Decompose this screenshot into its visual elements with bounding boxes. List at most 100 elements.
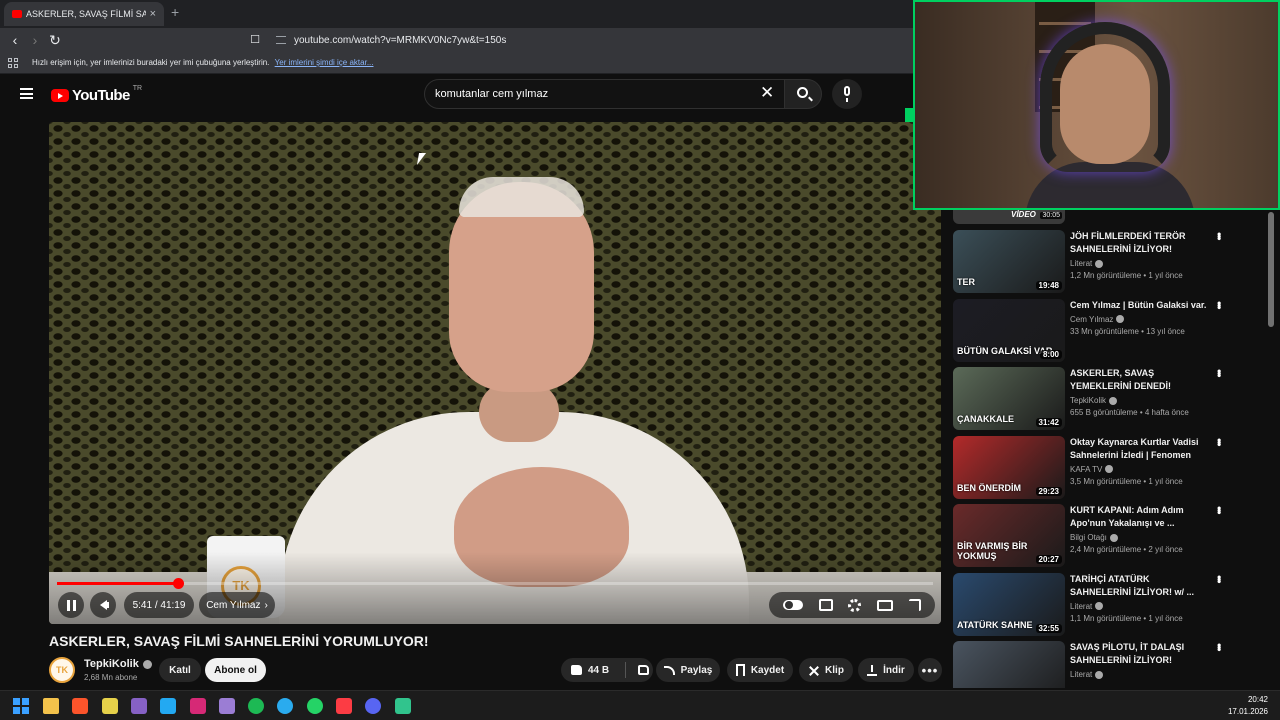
video-player[interactable]: TK 5:41 / 41:19 Cem Yılmaz › [49, 122, 941, 624]
system-clock[interactable]: 20:42 17.01.2026 [1228, 694, 1268, 718]
bookmark-star-icon[interactable]: ☐ [246, 31, 264, 49]
video-title[interactable]: TARİHÇİ ATATÜRK SAHNELERİNİ İZLİYOR! w/ … [1070, 573, 1210, 599]
recommended-video[interactable]: BÜTÜN GALAKSİ VAR 8:00 Cem Yılmaz | Bütün … [953, 298, 1263, 362]
back-icon[interactable]: ‹ [6, 31, 24, 49]
recommended-video[interactable]: TER 19:48 JÖH FİLMLERDEKİ TERÖR SAHNELERİN… [953, 230, 1263, 293]
search-input[interactable]: komutanlar cem yılmaz [424, 79, 788, 109]
chapter-button[interactable]: Cem Yılmaz › [199, 592, 275, 618]
recommended-video[interactable]: SAVAŞ PİLOTU, İT DALAŞI SAHNELERİNİ İZLİ… [953, 641, 1263, 688]
new-tab-button[interactable]: + [171, 4, 179, 20]
more-vertical-icon[interactable]: ••• [1212, 506, 1226, 513]
channel-name[interactable]: TepkiKolik [84, 658, 152, 670]
more-vertical-icon[interactable]: ••• [1212, 643, 1226, 650]
video-thumbnail[interactable]: ÇANAKKALE 31:42 [953, 367, 1065, 430]
video-title[interactable]: Oktay Kaynarca Kurtlar Vadisi Sahnelerin… [1070, 436, 1210, 462]
youtube-logo[interactable]: YouTube TR [51, 85, 142, 104]
video-thumbnail[interactable]: TER 19:48 [953, 230, 1065, 293]
pause-button[interactable] [58, 592, 84, 618]
download-button[interactable]: İndir [858, 658, 914, 682]
pen-app-icon[interactable] [218, 698, 235, 714]
site-info-icon[interactable] [276, 36, 286, 44]
video-title[interactable]: KURT KAPANI: Adım Adım Apo'nun Yakalanış… [1070, 504, 1210, 530]
sidebar-scrollbar[interactable] [1268, 212, 1274, 327]
tab-close-icon[interactable]: × [150, 8, 156, 20]
video-meta[interactable]: Oktay Kaynarca Kurtlar Vadisi Sahnelerin… [1070, 436, 1210, 486]
channel-name[interactable]: Cem Yılmaz [1070, 315, 1113, 324]
subtitles-icon[interactable] [818, 599, 833, 611]
streaming-app-icon[interactable] [394, 698, 411, 714]
like-icon[interactable] [571, 665, 582, 675]
recommended-video[interactable]: BİR VARMIŞ BİR YOKMUŞ 20:27 KURT KAPANI: A… [953, 504, 1263, 567]
video-title[interactable]: JÖH FİLMLERDEKİ TERÖR SAHNELERİNİ İZLİYO… [1070, 230, 1210, 256]
theater-mode-icon[interactable] [877, 599, 894, 611]
channel-avatar[interactable]: TK [49, 657, 75, 683]
settings-gear-icon[interactable] [848, 598, 862, 612]
save-button[interactable]: Kaydet [727, 658, 793, 682]
video-thumbnail[interactable]: BEN ÖNERDİM 29:23 [953, 435, 1065, 499]
more-vertical-icon[interactable]: ••• [1212, 369, 1226, 376]
progress-scrubber[interactable] [172, 578, 184, 589]
video-meta[interactable]: SAVAŞ PİLOTU, İT DALAŞI SAHNELERİNİ İZLİ… [1070, 641, 1210, 682]
instagram-icon[interactable] [189, 698, 206, 714]
channel-name[interactable]: Literat [1070, 670, 1092, 679]
like-count[interactable]: 44 B [588, 665, 609, 676]
channel-line[interactable]: Literat [1070, 670, 1210, 679]
more-actions-button[interactable]: ••• [918, 658, 942, 682]
video-meta[interactable]: KURT KAPANI: Adım Adım Apo'nun Yakalanış… [1070, 504, 1210, 554]
partial-thumbnail[interactable]: VİDEO 30:05 [953, 210, 1065, 224]
video-title[interactable]: SAVAŞ PİLOTU, İT DALAŞI SAHNELERİNİ İZLİ… [1070, 641, 1210, 667]
more-vertical-icon[interactable]: ••• [1212, 301, 1226, 308]
channel-name[interactable]: Literat [1070, 259, 1092, 268]
voice-search-button[interactable] [832, 79, 862, 109]
channel-name[interactable]: KAFA TV [1070, 465, 1102, 474]
channel-line[interactable]: Literat [1070, 259, 1210, 268]
whatsapp-icon[interactable] [306, 698, 323, 714]
visual-studio-icon[interactable] [130, 698, 147, 714]
browser-tab[interactable]: ASKERLER, SAVAŞ FİLMİ SAHNE × [4, 2, 164, 26]
channel-name-text[interactable]: TepkiKolik [84, 658, 139, 670]
video-meta[interactable]: JÖH FİLMLERDEKİ TERÖR SAHNELERİNİ İZLİYO… [1070, 230, 1210, 280]
video-thumbnail[interactable]: ATATÜRK SAHNE 32:55 [953, 572, 1065, 636]
more-vertical-icon[interactable]: ••• [1212, 232, 1226, 239]
recommended-video[interactable]: ATATÜRK SAHNE 32:55 TARİHÇİ ATATÜRK SAHNEL… [953, 572, 1263, 636]
fullscreen-icon[interactable] [909, 599, 922, 611]
channel-name[interactable]: Bilgi Otağı [1070, 533, 1107, 542]
channel-line[interactable]: Cem Yılmaz [1070, 315, 1210, 324]
search-query-text[interactable]: komutanlar cem yılmaz [435, 88, 548, 100]
import-bookmarks-link[interactable]: Yer imlerini şimdi içe aktar... [275, 58, 374, 67]
video-title[interactable]: Cem Yılmaz | Bütün Galaksi var. [1070, 299, 1210, 312]
telegram-icon[interactable] [277, 698, 294, 714]
channel-line[interactable]: TepkiKolik [1070, 396, 1210, 405]
subscribe-button[interactable]: Abone ol [205, 658, 266, 682]
music-app-icon[interactable] [336, 698, 352, 714]
video-thumbnail[interactable] [953, 641, 1065, 688]
mute-button[interactable] [90, 592, 116, 618]
channel-name[interactable]: Literat [1070, 602, 1092, 611]
video-meta[interactable]: Cem Yılmaz | Bütün Galaksi var. Cem Yılma… [1070, 299, 1210, 336]
video-meta[interactable]: TARİHÇİ ATATÜRK SAHNELERİNİ İZLİYOR! w/ … [1070, 573, 1210, 623]
spotify-icon[interactable] [248, 698, 265, 714]
brave-browser-icon[interactable] [72, 698, 89, 714]
apps-grid-icon[interactable] [8, 57, 18, 68]
clip-button[interactable]: Klip [799, 658, 853, 682]
video-thumbnail[interactable]: BÜTÜN GALAKSİ VAR 8:00 [953, 298, 1065, 362]
recommended-video[interactable]: ÇANAKKALE 31:42 ASKERLER, SAVAŞ YEMEKLERİN… [953, 367, 1263, 430]
channel-line[interactable]: KAFA TV [1070, 465, 1210, 474]
more-vertical-icon[interactable]: ••• [1212, 438, 1226, 445]
more-vertical-icon[interactable]: ••• [1212, 575, 1226, 582]
dislike-icon[interactable] [638, 665, 650, 675]
channel-line[interactable]: Bilgi Otağı [1070, 533, 1210, 542]
share-button[interactable]: Paylaş [656, 658, 720, 682]
video-title[interactable]: ASKERLER, SAVAŞ YEMEKLERİNİ DENEDİ! [1070, 367, 1210, 393]
menu-icon[interactable] [20, 88, 33, 99]
file-explorer-icon[interactable] [43, 698, 59, 714]
video-thumbnail[interactable]: BİR VARMIŞ BİR YOKMUŞ 20:27 [953, 504, 1065, 567]
autoplay-toggle[interactable] [782, 600, 803, 610]
vscode-icon[interactable] [160, 698, 177, 714]
windows-start-icon[interactable] [13, 698, 29, 714]
discord-icon[interactable] [365, 698, 382, 714]
url-text[interactable]: youtube.com/watch?v=MRMKV0Nc7yw&t=150s [294, 35, 506, 46]
forward-icon[interactable]: › [26, 31, 44, 49]
search-button[interactable] [784, 79, 822, 109]
clear-search-icon[interactable]: ✕ [760, 83, 774, 103]
